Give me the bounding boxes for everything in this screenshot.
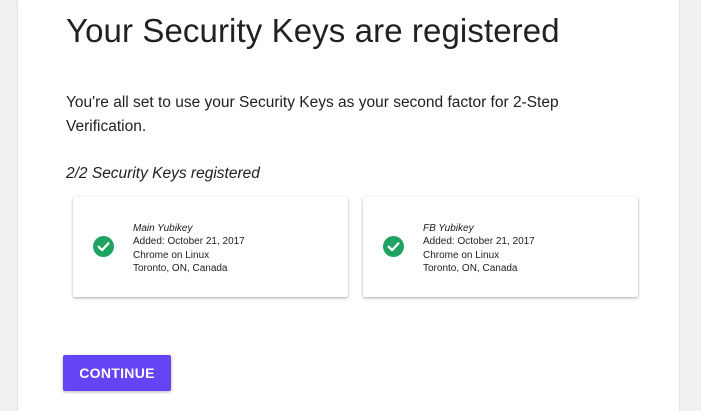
key-location: Toronto, ON, Canada [423, 262, 518, 274]
check-circle-icon [93, 236, 114, 257]
key-added-date: Added: October 21, 2017 [133, 236, 245, 248]
key-added-date: Added: October 21, 2017 [423, 236, 535, 248]
check-circle-icon [383, 236, 404, 257]
key-browser: Chrome on Linux [423, 249, 500, 261]
page-title: Your Security Keys are registered [66, 12, 560, 49]
key-info: FB Yubikey Added: October 21, 2017 Chrom… [423, 222, 535, 275]
key-info: Main Yubikey Added: October 21, 2017 Chr… [133, 222, 245, 275]
registered-count: 2/2 Security Keys registered [66, 165, 260, 182]
continue-button[interactable]: CONTINUE [63, 355, 171, 391]
key-name: FB Yubikey [423, 223, 474, 234]
key-location: Toronto, ON, Canada [133, 262, 228, 274]
key-browser: Chrome on Linux [133, 249, 210, 261]
key-name: Main Yubikey [133, 223, 193, 234]
page-description: You're all set to use your Security Keys… [66, 94, 559, 135]
security-key-card: FB Yubikey Added: October 21, 2017 Chrom… [363, 197, 638, 297]
security-key-card: Main Yubikey Added: October 21, 2017 Chr… [73, 197, 348, 297]
